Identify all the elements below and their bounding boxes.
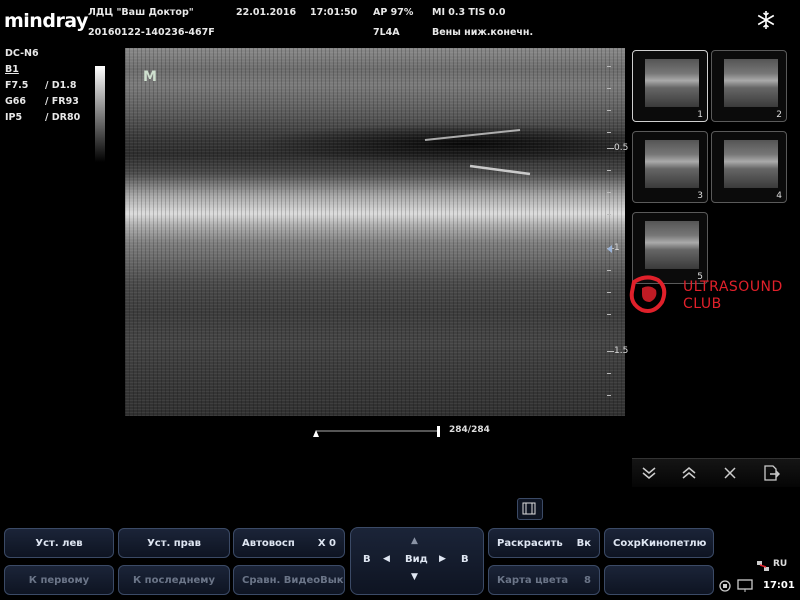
image-echoes [424,129,531,176]
exam-preset: Вены ниж.конечн. [432,27,534,38]
watermark-line-2: CLUB [683,296,722,312]
monitor-icon [737,578,753,597]
thumbnail-3[interactable]: 3 [632,131,708,203]
view-label: Вид [405,554,428,565]
param-depth: / D1.8 [45,80,77,91]
to-first-button[interactable]: К первому [4,565,114,595]
autoplay-label: Автовосп [242,537,295,549]
thumbnail-number: 1 [697,110,703,120]
thumbnail-4[interactable]: 4 [711,131,787,203]
param-image-process: IP5 [5,112,23,123]
depth-label-1-5: 1.5 [614,346,629,356]
to-last-label: К последнему [133,574,215,586]
freeze-snowflake-icon[interactable] [756,10,776,34]
compare-video-value: Вык [320,574,344,586]
set-right-label: Уст. прав [147,537,201,549]
view-left-arrow-icon[interactable]: ◀ [383,554,390,564]
thumbnail-number: 2 [776,110,782,120]
cine-frame-counter: 284/284 [449,425,490,435]
thumbnail-2[interactable]: 2 [711,50,787,122]
set-right-button[interactable]: Уст. прав [118,528,230,558]
color-map-button[interactable]: Карта цвета 8 [488,565,600,595]
param-frequency: F7.5 [5,80,29,91]
cine-slider[interactable] [313,423,443,437]
mi-tis: MI 0.3 TIS 0.0 [432,7,506,18]
view-left-b: B [363,554,371,565]
depth-label-0-5: 0.5 [614,143,629,153]
network-icon [756,558,770,577]
autoplay-button[interactable]: Автовосп X 0 [233,528,345,558]
system-model: DC-N6 [5,48,39,59]
compare-video-button[interactable]: Сравн. Видео Вык [233,565,345,595]
param-dynamic-range: / DR80 [45,112,81,123]
set-left-label: Уст. лев [35,537,83,549]
mindray-logo: mindray [4,10,88,32]
system-clock: 17:01 [763,580,795,591]
depth-label-1: 1 [614,243,620,253]
autoplay-value: X 0 [317,537,336,549]
view-right-arrow-icon[interactable]: ▶ [439,554,446,564]
probe-name: 7L4A [373,27,400,38]
param-row: G66 / FR93 [5,96,80,112]
color-map-label: Карта цвета [497,574,569,586]
colorize-value: Вк [576,537,591,549]
view-down-arrow-icon[interactable]: ▼ [411,572,418,582]
clinic-name: ЛДЦ "Ваш Доктор" [88,7,194,18]
save-cine-button[interactable]: СохрКинопетлю [604,528,714,558]
param-gain: G66 [5,96,27,107]
chevrons-down-icon[interactable] [640,465,658,485]
colorize-button[interactable]: Раскрасить Вк [488,528,600,558]
language-indicator[interactable]: RU [773,559,787,569]
empty-function-button[interactable] [604,565,714,595]
acoustic-power: AP 97% [373,7,414,18]
set-left-button[interactable]: Уст. лев [4,528,114,558]
to-last-button[interactable]: К последнему [118,565,230,595]
thumbnail-toolbar [632,458,800,487]
colorize-label: Раскрасить [497,537,563,549]
imaging-parameters: DC-N6 B1 F7.5 / D1.8 G66 / FR93 IP5 / DR80 [5,48,80,128]
study-id: 20160122-140236-467F [88,27,215,38]
watermark-line-1: ULTRASOUND [683,279,783,295]
compare-video-label: Сравн. Видео [242,574,321,586]
save-cine-label: СохрКинопетлю [613,537,707,549]
color-map-value: 8 [584,574,591,586]
view-up-arrow-icon[interactable]: ▲ [411,536,418,546]
depth-scale [603,48,633,416]
export-icon[interactable] [762,464,781,486]
param-row: F7.5 / D1.8 [5,80,80,96]
ultrasound-image [125,48,625,416]
exam-time: 17:01:50 [310,7,358,18]
view-dpad[interactable]: ▲ B ◀ Вид ▶ B ▼ [350,527,484,595]
imaging-mode: B1 [5,64,19,75]
storage-icon [718,578,732,597]
orientation-marker-letter: M [143,69,157,85]
to-first-label: К первому [28,574,90,586]
exam-date: 22.01.2016 [236,7,297,18]
ultrasound-club-logo-icon [628,272,668,316]
param-row: IP5 / DR80 [5,112,80,128]
thumbnail-number: 3 [697,191,703,201]
cine-film-icon[interactable] [517,498,543,520]
param-frame-rate: / FR93 [45,96,79,107]
view-right-b: B [461,554,469,565]
chevrons-up-icon[interactable] [680,465,698,485]
close-icon[interactable] [722,465,738,485]
thumbnail-number: 4 [776,191,782,201]
grayscale-bar [95,66,105,162]
thumbnail-1[interactable]: 1 [632,50,708,122]
orientation-marker: M [143,66,161,85]
